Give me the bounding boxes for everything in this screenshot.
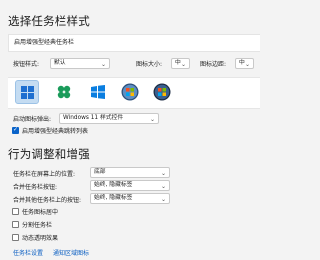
icon-size-value: 中	[175, 60, 181, 66]
start-button-value: Windows 11 样式控件	[63, 115, 124, 121]
center-icons-checkbox[interactable]	[12, 208, 19, 215]
section-title-behavior: 行为调整和增强	[8, 147, 90, 161]
chevron-down-icon: ⌄	[180, 61, 186, 68]
combine-other-select[interactable]: 始终, 隐藏标签 ⌄	[90, 193, 170, 204]
split-taskbar-checkbox[interactable]	[12, 221, 19, 228]
jumplist-checkbox-row[interactable]: 启用增强型经典跳转列表	[12, 125, 89, 139]
options-row: 按钮样式: 默认 ⌄ 图标大小: 中 ⌄ 图标边距: 中 ⌄	[8, 55, 260, 73]
taskbar-style-picker	[8, 77, 260, 109]
combine-other-row: 合并其他任务栏上的按钮: 始终, 隐藏标签 ⌄	[8, 193, 260, 205]
combine-label: 合并任务栏按钮:	[13, 184, 58, 191]
style-vista-orb-button[interactable]	[150, 80, 174, 104]
position-select[interactable]: 底部 ⌄	[90, 167, 170, 178]
combine-row: 合并任务栏按钮: 始终, 隐藏标签 ⌄	[8, 180, 260, 192]
position-row: 任务栏在屏幕上的位置: 底部 ⌄	[8, 167, 260, 179]
chevron-down-icon: ⌄	[160, 196, 166, 203]
start-button-select[interactable]: Windows 11 样式控件 ⌄	[59, 113, 159, 124]
combine-value: 始终, 隐藏标签	[94, 182, 133, 188]
split-taskbar-label: 分割任务栏	[22, 222, 53, 229]
position-value: 底部	[94, 169, 106, 175]
icon-size-label: 图标大小:	[136, 61, 163, 68]
vista-orb-icon	[153, 83, 171, 101]
center-icons-label: 任务图标居中	[22, 209, 59, 216]
taskbar-settings-link[interactable]: 任务栏设置	[13, 250, 43, 257]
windows11-logo-icon	[20, 85, 34, 99]
enable-classic-taskbar-row[interactable]: 启用增强型经典任务栏	[8, 34, 260, 52]
chevron-down-icon: ⌄	[244, 61, 250, 68]
icon-margin-label: 图标边距:	[200, 61, 227, 68]
jumplist-label: 启用增强型经典跳转列表	[22, 128, 89, 135]
start-button-label: 启动图标弹出:	[13, 116, 52, 123]
animation-label: 动态透明效果	[22, 235, 59, 242]
combine-other-label: 合并其他任务栏上的按钮:	[13, 197, 82, 204]
animation-checkbox[interactable]	[12, 234, 19, 241]
clover-logo-icon	[57, 85, 71, 99]
chevron-down-icon: ⌄	[160, 170, 166, 177]
icon-margin-select[interactable]: 中 ⌄	[235, 58, 254, 69]
section-title-taskbar-style: 选择任务栏样式	[8, 14, 90, 28]
footer-links: 任务栏设置 通知区域图标	[13, 248, 97, 257]
split-taskbar-row[interactable]: 分割任务栏	[12, 221, 52, 233]
position-label: 任务栏在屏幕上的位置:	[13, 171, 76, 178]
style-win10-start-button[interactable]	[86, 80, 110, 104]
button-style-select[interactable]: 默认 ⌄	[50, 58, 110, 69]
chevron-down-icon: ⌄	[160, 183, 166, 190]
icon-margin-value: 中	[239, 60, 245, 66]
style-win11-start-button[interactable]	[15, 80, 39, 104]
combine-select[interactable]: 始终, 隐藏标签 ⌄	[90, 180, 170, 191]
enable-classic-taskbar-label: 启用增强型经典任务栏	[14, 39, 75, 46]
icon-size-select[interactable]: 中 ⌄	[171, 58, 190, 69]
chevron-down-icon: ⌄	[149, 116, 155, 123]
windows10-logo-icon	[91, 85, 105, 99]
start-button-row: 启动图标弹出: Windows 11 样式控件 ⌄	[8, 112, 260, 126]
animation-row[interactable]: 动态透明效果	[12, 234, 58, 246]
center-icons-row[interactable]: 任务图标居中	[12, 208, 58, 220]
tray-settings-link[interactable]: 通知区域图标	[53, 250, 89, 257]
style-clover-start-button[interactable]	[52, 80, 76, 104]
button-style-label: 按钮样式:	[13, 61, 40, 68]
windows7-orb-icon	[121, 83, 139, 101]
jumplist-checkbox[interactable]	[12, 125, 19, 135]
combine-other-value: 始终, 隐藏标签	[94, 195, 133, 201]
chevron-down-icon: ⌄	[100, 61, 106, 68]
style-win7-orb-button[interactable]	[118, 80, 142, 104]
button-style-value: 默认	[54, 60, 66, 66]
